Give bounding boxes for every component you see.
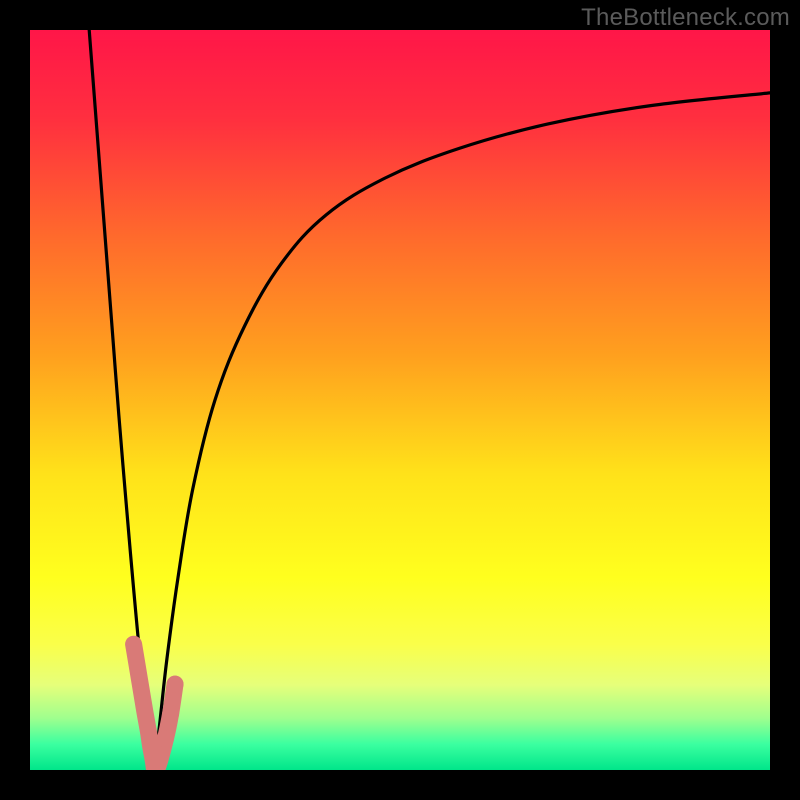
curve-right-curve — [154, 93, 770, 770]
markers-left — [134, 644, 155, 768]
chart-frame: TheBottleneck.com — [0, 0, 800, 800]
plot-area — [30, 30, 770, 770]
marker-dot — [162, 705, 179, 722]
marker-dot — [167, 676, 184, 693]
markers-right — [154, 684, 175, 768]
curves-layer — [30, 30, 770, 770]
marker-dot — [157, 730, 174, 747]
watermark-text: TheBottleneck.com — [581, 4, 790, 32]
